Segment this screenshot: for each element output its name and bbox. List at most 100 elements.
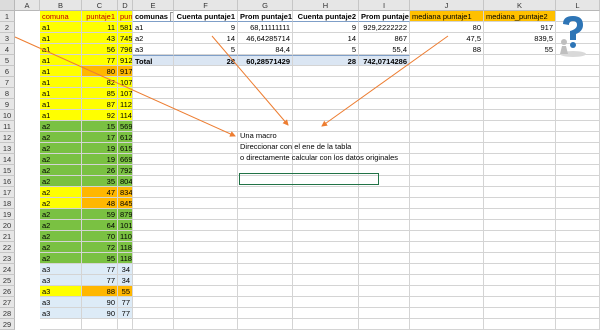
row-header-10[interactable]: 10 bbox=[0, 110, 15, 121]
puntaje2-cell[interactable]: 834 bbox=[118, 187, 133, 198]
row-header-4[interactable]: 4 bbox=[0, 44, 15, 55]
grid-cell[interactable] bbox=[484, 253, 556, 264]
grid-cell[interactable] bbox=[133, 77, 174, 88]
grid-cell[interactable] bbox=[174, 154, 238, 165]
grid-cell[interactable] bbox=[133, 231, 174, 242]
grid-cell[interactable] bbox=[410, 154, 484, 165]
comuna-cell[interactable]: a2 bbox=[40, 220, 82, 231]
grid-cell[interactable] bbox=[133, 121, 174, 132]
grid-cell[interactable] bbox=[359, 264, 410, 275]
grid-cell[interactable] bbox=[556, 187, 600, 198]
grid-cell[interactable] bbox=[410, 220, 484, 231]
puntaje2-cell[interactable]: 77 bbox=[118, 297, 133, 308]
row-header-19[interactable]: 19 bbox=[0, 209, 15, 220]
comuna-cell[interactable]: a3 bbox=[40, 308, 82, 319]
grid-cell[interactable] bbox=[359, 66, 410, 77]
grid-cell[interactable] bbox=[484, 55, 556, 66]
grid-cell[interactable] bbox=[238, 264, 293, 275]
grid-cell[interactable] bbox=[410, 55, 484, 66]
puntaje2-cell[interactable]: 1187 bbox=[118, 253, 133, 264]
puntaje2-cell[interactable]: 745 bbox=[118, 33, 133, 44]
puntaje2-cell[interactable]: 1186 bbox=[118, 242, 133, 253]
grid-cell[interactable] bbox=[484, 110, 556, 121]
column-header-j[interactable]: J bbox=[410, 0, 484, 11]
comuna-cell[interactable]: a1 bbox=[40, 55, 82, 66]
grid-cell[interactable] bbox=[133, 110, 174, 121]
grid-cell[interactable] bbox=[556, 88, 600, 99]
grid-cell[interactable] bbox=[133, 165, 174, 176]
data-header-cell[interactable]: comuna bbox=[40, 11, 82, 22]
grid-cell[interactable] bbox=[293, 308, 359, 319]
grid-cell[interactable] bbox=[174, 209, 238, 220]
grid-cell[interactable] bbox=[238, 209, 293, 220]
column-header-l[interactable]: L bbox=[556, 0, 600, 11]
grid-cell[interactable] bbox=[293, 275, 359, 286]
puntaje1-cell[interactable]: 77 bbox=[82, 55, 118, 66]
grid-cell[interactable] bbox=[556, 121, 600, 132]
grid-cell[interactable] bbox=[238, 110, 293, 121]
row-header-22[interactable]: 22 bbox=[0, 242, 15, 253]
grid-cell[interactable] bbox=[359, 231, 410, 242]
puntaje2-cell[interactable]: 792 bbox=[118, 165, 133, 176]
puntaje1-cell[interactable]: 56 bbox=[82, 44, 118, 55]
grid-cell[interactable] bbox=[410, 264, 484, 275]
puntaje1-cell[interactable]: 95 bbox=[82, 253, 118, 264]
grid-cell[interactable] bbox=[133, 88, 174, 99]
grid-cell[interactable] bbox=[410, 187, 484, 198]
grid-cell[interactable] bbox=[484, 99, 556, 110]
grid-cell[interactable] bbox=[484, 154, 556, 165]
comuna-cell[interactable]: a2 bbox=[40, 242, 82, 253]
grid-cell[interactable] bbox=[556, 231, 600, 242]
grid-cell[interactable] bbox=[238, 77, 293, 88]
data-header-cell[interactable]: puntaje2 bbox=[118, 11, 133, 22]
grid-cell[interactable] bbox=[133, 66, 174, 77]
pivot-cell[interactable]: 68,11111111 bbox=[238, 22, 293, 33]
grid-cell[interactable] bbox=[174, 286, 238, 297]
comuna-cell[interactable]: a2 bbox=[40, 132, 82, 143]
puntaje1-cell[interactable]: 15 bbox=[82, 121, 118, 132]
grid-cell[interactable] bbox=[556, 176, 600, 187]
puntaje2-cell[interactable]: 77 bbox=[118, 308, 133, 319]
comuna-cell[interactable]: a1 bbox=[40, 66, 82, 77]
active-cell-selection[interactable] bbox=[239, 173, 379, 185]
pivot-cell[interactable]: 55,4 bbox=[359, 44, 410, 55]
grid-cell[interactable] bbox=[238, 66, 293, 77]
grid-cell[interactable] bbox=[293, 297, 359, 308]
grid-cell[interactable] bbox=[359, 253, 410, 264]
grid-cell[interactable] bbox=[133, 209, 174, 220]
comuna-cell[interactable]: a2 bbox=[40, 231, 82, 242]
grid-cell[interactable] bbox=[133, 176, 174, 187]
grid-cell[interactable] bbox=[133, 286, 174, 297]
pivot-header-cell[interactable]: Prom puntaje2 bbox=[359, 11, 410, 22]
grid-cell[interactable] bbox=[484, 143, 556, 154]
row-header-13[interactable]: 13 bbox=[0, 143, 15, 154]
column-header-i[interactable]: I bbox=[359, 0, 410, 11]
row-header-26[interactable]: 26 bbox=[0, 286, 15, 297]
column-header-c[interactable]: C bbox=[82, 0, 118, 11]
grid-cell[interactable] bbox=[293, 99, 359, 110]
row-header-5[interactable]: 5 bbox=[0, 55, 15, 66]
grid-cell[interactable] bbox=[174, 198, 238, 209]
grid-cell[interactable] bbox=[82, 319, 118, 330]
puntaje1-cell[interactable]: 59 bbox=[82, 209, 118, 220]
puntaje1-cell[interactable]: 90 bbox=[82, 297, 118, 308]
puntaje1-cell[interactable]: 72 bbox=[82, 242, 118, 253]
grid-cell[interactable] bbox=[484, 77, 556, 88]
grid-cell[interactable] bbox=[238, 198, 293, 209]
puntaje1-cell[interactable]: 19 bbox=[82, 143, 118, 154]
grid-cell[interactable] bbox=[484, 176, 556, 187]
median-cell[interactable]: 47,5 bbox=[410, 33, 484, 44]
median-cell[interactable]: 917 bbox=[484, 22, 556, 33]
pivot-total-cell[interactable]: Total bbox=[133, 55, 174, 66]
pivot-cell[interactable]: 5 bbox=[174, 44, 238, 55]
grid-cell[interactable] bbox=[133, 319, 174, 330]
puntaje1-cell[interactable]: 47 bbox=[82, 187, 118, 198]
puntaje2-cell[interactable]: 1101 bbox=[118, 231, 133, 242]
puntaje2-cell[interactable]: 1014 bbox=[118, 220, 133, 231]
grid-cell[interactable] bbox=[238, 275, 293, 286]
grid-cell[interactable] bbox=[484, 209, 556, 220]
column-header-a[interactable]: A bbox=[15, 0, 40, 11]
grid-cell[interactable] bbox=[238, 231, 293, 242]
pivot-total-cell[interactable]: 28 bbox=[293, 55, 359, 66]
column-header-e[interactable]: E bbox=[133, 0, 174, 11]
